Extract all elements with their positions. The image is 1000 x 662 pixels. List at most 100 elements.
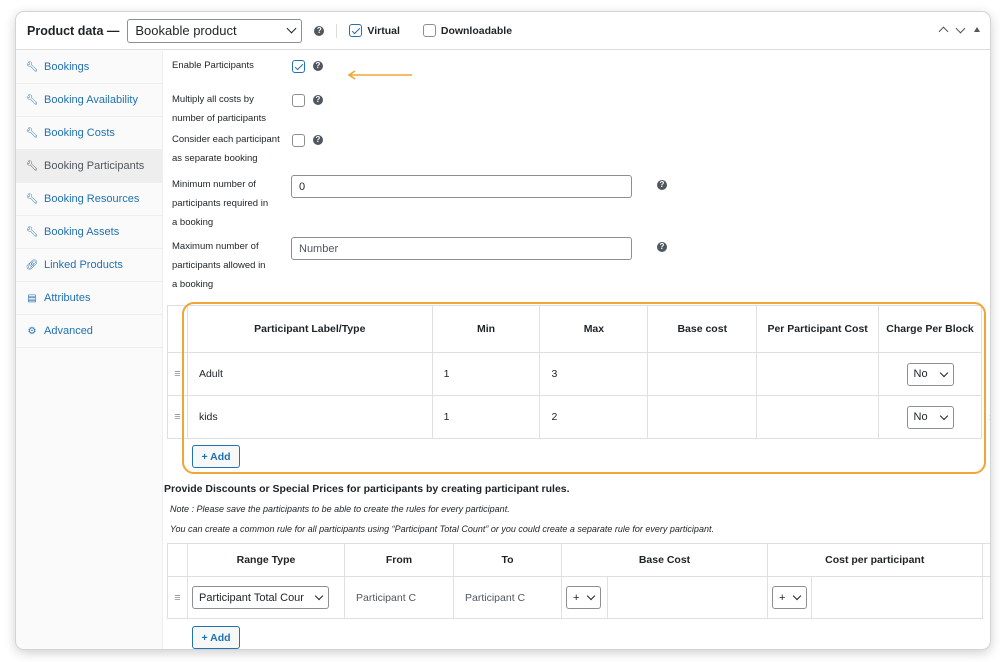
label-line: as separate booking [172, 153, 258, 164]
downloadable-label: Downloadable [440, 24, 513, 37]
column-header-label: Participant Label/Type [186, 305, 433, 353]
charge-per-block-select[interactable]: No [906, 362, 954, 386]
chevron-down-icon [792, 591, 802, 601]
hint-arrow-icon [347, 70, 412, 80]
base-cost-input[interactable] [647, 352, 758, 396]
wrench-icon: 🔧︎ [25, 127, 39, 139]
sidebar-item-label: Booking Availability [44, 94, 138, 106]
sidebar-item-booking-availability[interactable]: 🔧︎ Booking Availability [16, 84, 162, 117]
sidebar-item-booking-resources[interactable]: 🔧︎ Booking Resources [16, 183, 162, 216]
chevron-down-icon [314, 591, 324, 601]
base-cost-input[interactable] [647, 395, 758, 439]
max-participants-label: Maximum number of participants allowed i… [172, 237, 265, 294]
label-line: a booking [172, 279, 214, 290]
multiply-costs-label: Multiply all costs by number of particip… [172, 90, 266, 128]
downloadable-toggle[interactable]: Downloadable [422, 24, 513, 37]
drag-handle-icon[interactable]: ≡ [167, 352, 188, 396]
min-participants-input[interactable]: 0 [291, 175, 632, 198]
sidebar-item-label: Booking Assets [44, 226, 120, 238]
sidebar-item-label: Booking Resources [44, 193, 140, 205]
column-header-base-cost: Base Cost [561, 543, 768, 577]
label-line: Minimum number of [172, 179, 256, 190]
help-icon[interactable]: ? [313, 95, 323, 105]
help-icon[interactable]: ? [313, 135, 323, 145]
table-header-row: Participant Label/Type Min Max Base cost… [167, 305, 991, 353]
enable-participants-checkbox[interactable] [292, 60, 305, 73]
chevron-down-icon [586, 591, 596, 601]
rules-note-1: Note : Please save the participants to b… [170, 504, 510, 514]
separate-booking-label: Consider each participant as separate bo… [172, 130, 280, 168]
column-header-per-participant-cost: Per Participant Cost [756, 305, 880, 353]
sidebar-item-booking-participants[interactable]: 🔧︎ Booking Participants [16, 150, 162, 183]
base-cost-input[interactable] [607, 576, 768, 619]
remove-column-header [981, 306, 990, 353]
sidebar-item-bookings[interactable]: 🔧︎ Bookings [16, 51, 162, 84]
sidebar-item-advanced[interactable]: ⚙︎ Advanced [16, 315, 162, 348]
sidebar-item-label: Booking Participants [44, 160, 145, 172]
add-rule-button[interactable]: + Add [192, 626, 240, 649]
base-cost-operator-cell: + [561, 576, 608, 619]
cost-per-participant-operator-select[interactable]: + [771, 586, 807, 609]
product-data-tabs: 🔧︎ Bookings 🔧︎ Booking Availability 🔧︎ B… [16, 51, 163, 649]
charge-per-block-cell: No [878, 352, 982, 396]
per-participant-cost-input[interactable] [756, 395, 880, 439]
enable-participants-label: Enable Participants [172, 60, 254, 71]
max-participants-input[interactable]: Number [291, 237, 632, 260]
move-up-icon[interactable] [938, 26, 949, 37]
label-line: Maximum number of [172, 241, 259, 252]
help-icon[interactable]: ? [657, 180, 667, 190]
label-line: a booking [172, 217, 214, 228]
remove-row-button[interactable] [981, 353, 990, 396]
chevron-down-icon [939, 411, 948, 420]
add-participant-button[interactable]: + Add [192, 445, 240, 468]
range-type-select[interactable]: Participant Total Cour [192, 586, 329, 609]
column-header-min: Min [431, 305, 541, 353]
charge-per-block-select[interactable]: No [906, 405, 954, 429]
sidebar-item-booking-assets[interactable]: 🔧︎ Booking Assets [16, 216, 162, 249]
table-row: ≡ kids 1 2 No x [167, 395, 990, 439]
min-input[interactable]: 1 [431, 395, 541, 439]
base-cost-operator-select[interactable]: + [566, 586, 601, 609]
per-participant-cost-input[interactable] [756, 352, 880, 396]
wrench-icon: 🔧︎ [25, 226, 39, 238]
sidebar-item-linked-products[interactable]: 🔗︎ Linked Products [16, 249, 162, 282]
drag-column-header [167, 543, 188, 577]
sidebar-item-booking-costs[interactable]: 🔧︎ Booking Costs [16, 117, 162, 150]
virtual-checkbox[interactable] [349, 24, 363, 37]
help-icon[interactable]: ? [314, 25, 325, 36]
move-down-icon[interactable] [955, 23, 966, 33]
product-type-select[interactable]: Bookable product [127, 18, 303, 43]
range-type-value: Participant Total Cour [199, 591, 304, 604]
sidebar-item-label: Attributes [44, 292, 91, 304]
downloadable-checkbox[interactable] [422, 24, 436, 37]
separate-booking-checkbox[interactable] [292, 134, 305, 147]
help-icon[interactable]: ? [313, 61, 323, 71]
sidebar-item-label: Advanced [44, 325, 93, 337]
wrench-icon: 🔧︎ [25, 193, 39, 205]
cost-per-participant-input[interactable] [810, 576, 983, 619]
column-header-from: From [344, 543, 454, 577]
remove-rule-button[interactable]: x [982, 577, 991, 619]
sidebar-item-label: Linked Products [44, 259, 123, 271]
help-icon[interactable]: ? [657, 242, 667, 252]
min-input[interactable]: 1 [431, 352, 541, 396]
collapse-icon[interactable] [974, 27, 980, 32]
to-input[interactable]: Participant C [453, 576, 562, 619]
drag-handle-icon[interactable]: ≡ [167, 395, 188, 439]
drag-handle-icon[interactable]: ≡ [167, 576, 188, 619]
virtual-toggle[interactable]: Virtual [349, 24, 400, 37]
multiply-costs-checkbox[interactable] [292, 94, 305, 107]
max-input[interactable]: 3 [539, 352, 649, 396]
gear-icon: ⚙︎ [27, 325, 37, 337]
from-input[interactable]: Participant C [344, 576, 454, 619]
participant-label-input[interactable]: Adult [186, 352, 433, 396]
label-line: number of participants [172, 113, 266, 124]
sidebar-item-attributes[interactable]: ▤ Attributes [16, 282, 162, 315]
max-input[interactable]: 2 [539, 395, 649, 439]
participant-label-input[interactable]: kids [186, 395, 433, 439]
drag-column-header [167, 305, 188, 353]
column-header-max: Max [539, 305, 649, 353]
charge-value: No [913, 368, 928, 380]
table-header-row: Range Type From To Base Cost Cost per pa… [167, 543, 990, 577]
remove-row-button[interactable]: x [981, 396, 990, 439]
